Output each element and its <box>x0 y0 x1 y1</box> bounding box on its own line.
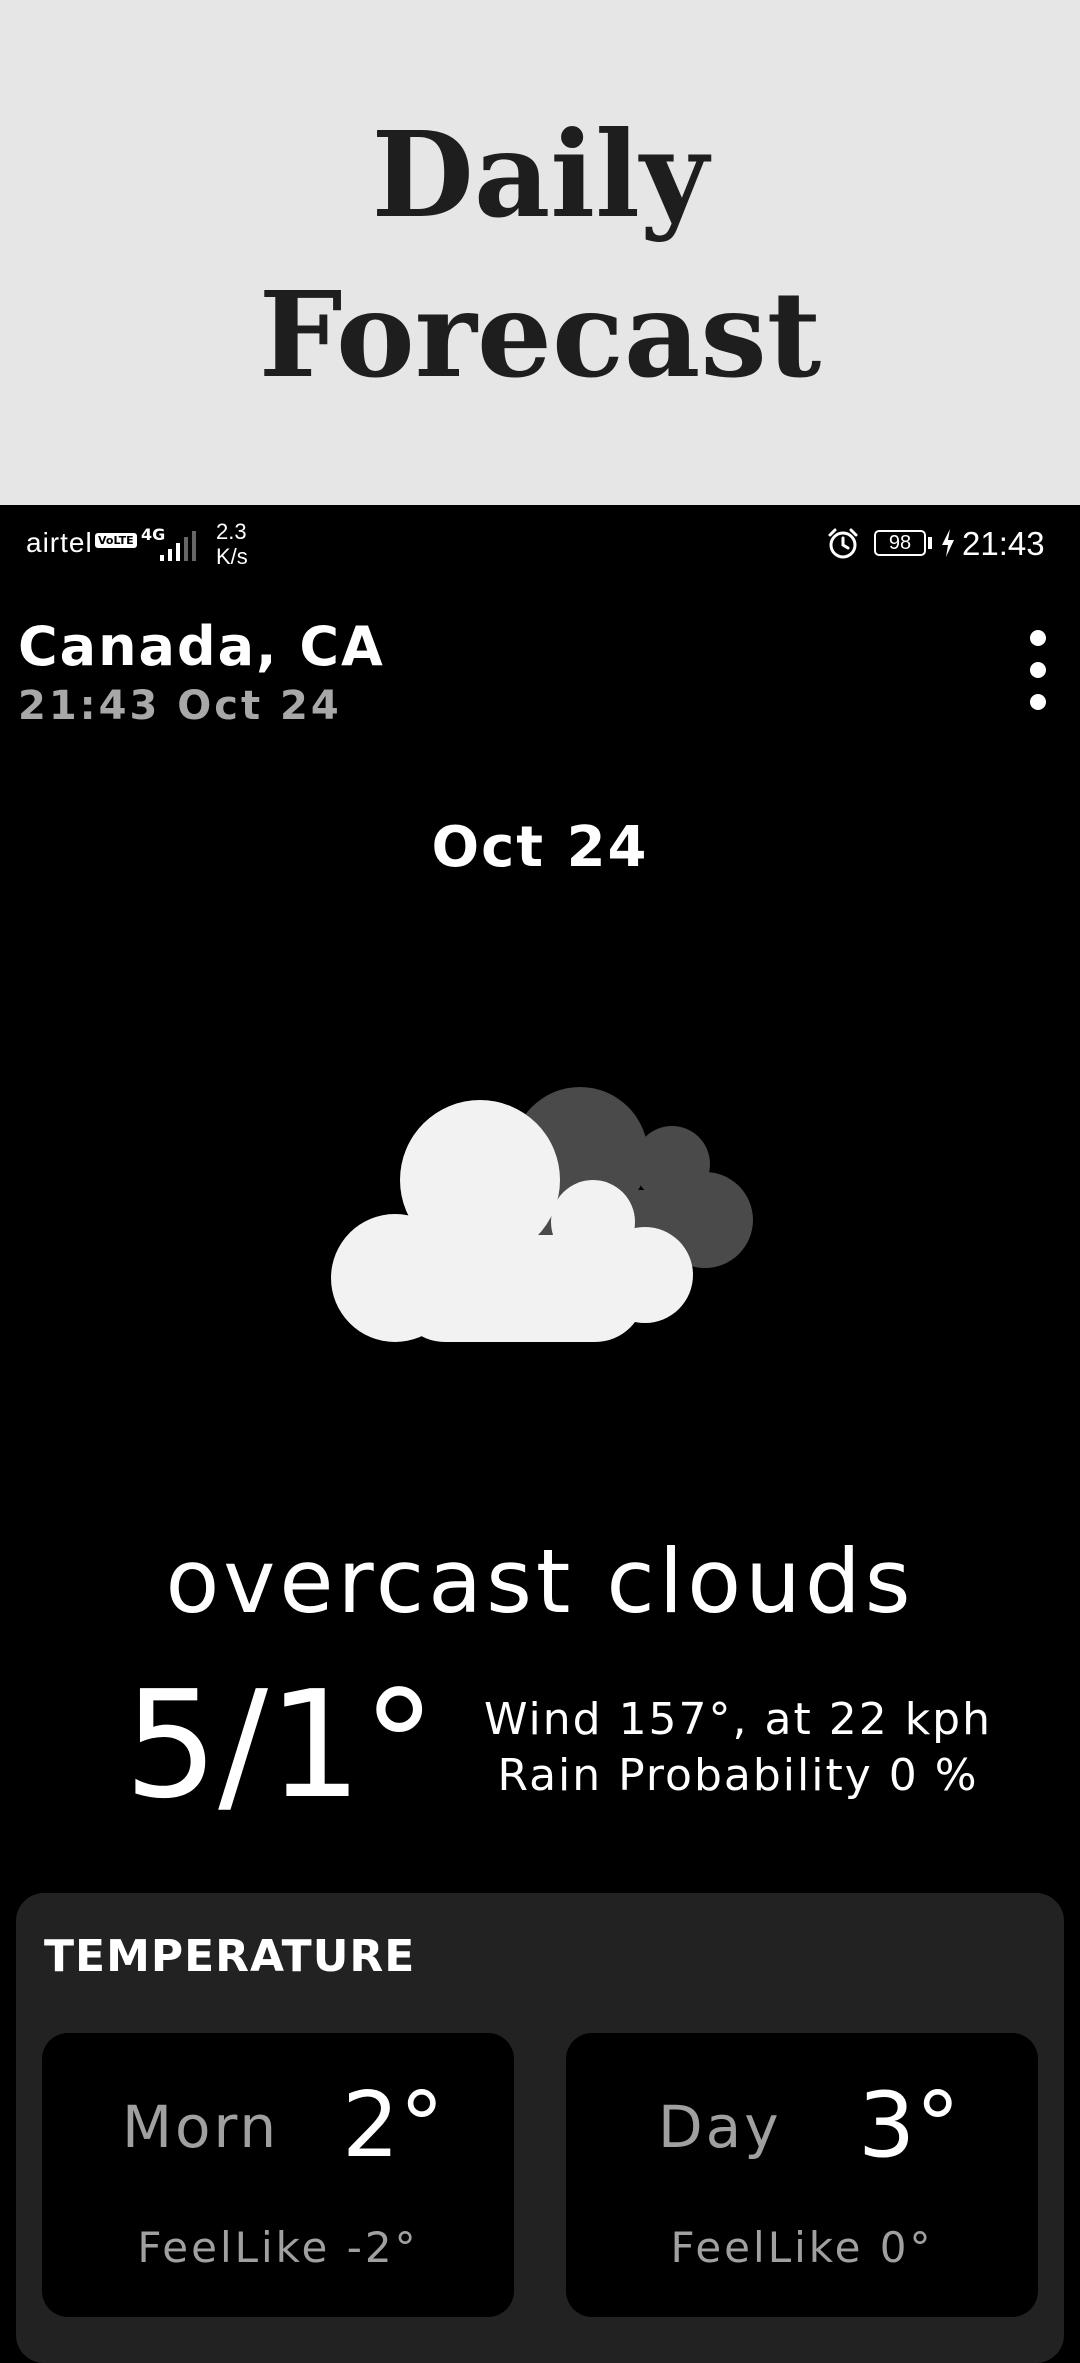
battery-indicator: 98 <box>874 530 926 556</box>
rain-probability: Rain Probability 0 % <box>497 1750 979 1801</box>
temperature-card-day: Day 3° FeelLike 0° <box>566 2033 1038 2317</box>
alarm-icon <box>828 528 858 559</box>
temperature-card-value: 3° <box>858 2073 961 2178</box>
location-title: Canada, CA <box>18 615 385 678</box>
temperature-card-morning: Morn 2° FeelLike -2° <box>42 2033 514 2317</box>
location-datetime: 21:43 Oct 24 <box>18 683 342 729</box>
temperature-panel: TEMPERATURE Morn 2° FeelLike -2° Day 3° … <box>16 1893 1064 2363</box>
promo-banner: Daily Forecast <box>0 0 1080 505</box>
volte-badge: VoLTE <box>95 533 137 548</box>
network-speed: 2.3 K/s <box>216 519 248 569</box>
menu-dot-icon <box>1030 662 1046 678</box>
temperature-card-label: Day <box>658 2093 782 2161</box>
temperature-range: 5/1° <box>124 1659 437 1831</box>
overcast-clouds-icon <box>331 1087 753 1342</box>
battery-tip <box>928 537 932 549</box>
carrier-label: airtel <box>26 527 93 558</box>
temperature-panel-title: TEMPERATURE <box>44 1931 416 1982</box>
network-speed-unit: K/s <box>216 544 248 569</box>
status-time: 21:43 <box>962 525 1045 562</box>
temperature-card-label: Morn <box>122 2093 280 2161</box>
status-bar: airtel VoLTE 4G 2.3 K/s 98 21:43 <box>0 505 1080 585</box>
wind-info: Wind 157°, at 22 kph <box>484 1694 992 1745</box>
network-speed-value: 2.3 <box>216 519 247 544</box>
feels-like-value: FeelLike 0° <box>670 2223 934 2272</box>
app-screen: airtel VoLTE 4G 2.3 K/s 98 21:43 Canada,… <box>0 505 1080 2363</box>
overflow-menu-button[interactable] <box>1016 630 1060 710</box>
menu-dot-icon <box>1030 694 1046 710</box>
charging-icon <box>942 529 954 557</box>
temperature-card-value: 2° <box>342 2073 445 2178</box>
signal-strength-icon <box>160 531 196 561</box>
weather-condition: overcast clouds <box>165 1530 915 1633</box>
feels-like-value: FeelLike -2° <box>137 2223 419 2272</box>
menu-dot-icon <box>1030 630 1046 646</box>
banner-title: Daily Forecast <box>258 104 822 404</box>
forecast-date: Oct 24 <box>431 815 649 880</box>
